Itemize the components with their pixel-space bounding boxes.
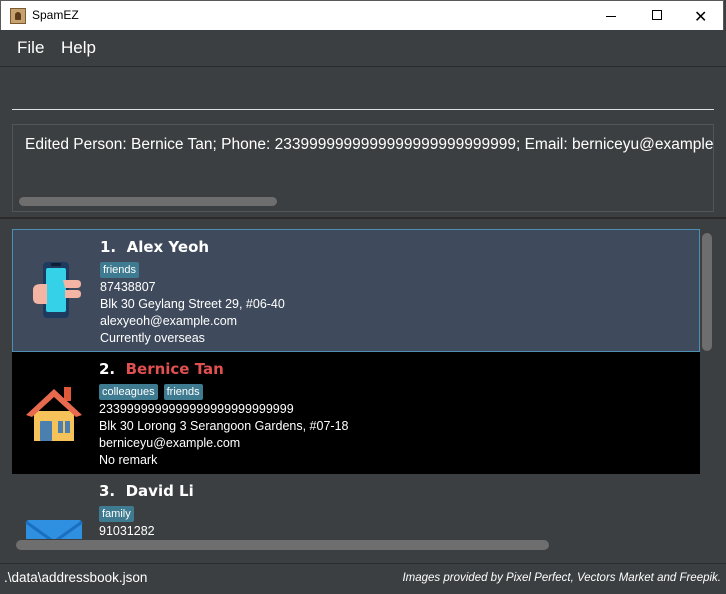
- maximize-button[interactable]: [634, 1, 680, 31]
- person-index: 1.: [100, 238, 117, 256]
- house-icon: [26, 387, 82, 441]
- envelope-icon: [25, 520, 83, 539]
- person-card[interactable]: 1. Alex Yeoh friends 87438807 Blk 30 Gey…: [12, 229, 700, 352]
- person-name: Bernice Tan: [125, 360, 224, 378]
- person-remark: No remark: [99, 453, 158, 467]
- window-title: SpamEZ: [32, 8, 79, 22]
- person-card[interactable]: 3. David Li family 91031282: [12, 474, 700, 539]
- person-name-line: 2. Bernice Tan: [99, 360, 224, 378]
- tag: friends: [163, 384, 203, 400]
- title-bar: SpamEZ ✕: [0, 0, 724, 30]
- list-vertical-scrollbar[interactable]: [702, 233, 712, 351]
- result-message: Edited Person: Bernice Tan; Phone: 23399…: [25, 136, 714, 153]
- tag: friends: [100, 262, 140, 278]
- person-phone: 87438807: [100, 280, 156, 294]
- person-name: Alex Yeoh: [126, 238, 210, 256]
- tag: family: [99, 506, 134, 522]
- tag-list: colleagues friends: [99, 384, 203, 400]
- minimize-icon: [606, 16, 616, 17]
- person-name: David Li: [125, 482, 194, 500]
- person-name-line: 1. Alex Yeoh: [100, 238, 209, 256]
- person-remark: Currently overseas: [100, 331, 205, 345]
- maximize-icon: [652, 10, 662, 20]
- person-index: 3.: [99, 482, 116, 500]
- tag-list: friends: [100, 262, 140, 278]
- app-icon: [10, 8, 26, 24]
- person-phone: 2339999999999999999999999999: [99, 402, 294, 416]
- close-button[interactable]: ✕: [679, 1, 725, 31]
- menu-help[interactable]: Help: [61, 38, 96, 58]
- person-phone: 91031282: [99, 524, 155, 538]
- person-index: 2.: [99, 360, 116, 378]
- result-display: Edited Person: Bernice Tan; Phone: 23399…: [12, 124, 714, 212]
- person-list-panel: 1. Alex Yeoh friends 87438807 Blk 30 Gey…: [0, 219, 726, 561]
- person-email: berniceyu@example.com: [99, 436, 241, 450]
- save-location: .\data\addressbook.json: [4, 570, 148, 585]
- person-card[interactable]: 2. Bernice Tan colleagues friends 233999…: [12, 352, 700, 474]
- menu-bar: File Help: [0, 30, 726, 67]
- person-name-line: 3. David Li: [99, 482, 194, 500]
- close-icon: ✕: [694, 7, 708, 26]
- result-horizontal-scrollbar[interactable]: [19, 197, 277, 206]
- command-input[interactable]: [12, 81, 714, 110]
- status-bar: .\data\addressbook.json Images provided …: [0, 563, 726, 594]
- minimize-button[interactable]: [589, 1, 635, 31]
- menu-file[interactable]: File: [17, 38, 44, 58]
- tag-list: family: [99, 506, 134, 522]
- person-email: alexyeoh@example.com: [100, 314, 238, 328]
- person-list: 1. Alex Yeoh friends 87438807 Blk 30 Gey…: [12, 229, 700, 539]
- tag: colleagues: [99, 384, 158, 400]
- list-horizontal-scrollbar[interactable]: [16, 540, 549, 550]
- command-box: [0, 67, 726, 117]
- image-credit: Images provided by Pixel Perfect, Vector…: [402, 572, 721, 584]
- person-address: Blk 30 Lorong 3 Serangoon Gardens, #07-1…: [99, 419, 349, 433]
- person-address: Blk 30 Geylang Street 29, #06-40: [100, 297, 285, 311]
- phone-in-hand-icon: [33, 262, 81, 318]
